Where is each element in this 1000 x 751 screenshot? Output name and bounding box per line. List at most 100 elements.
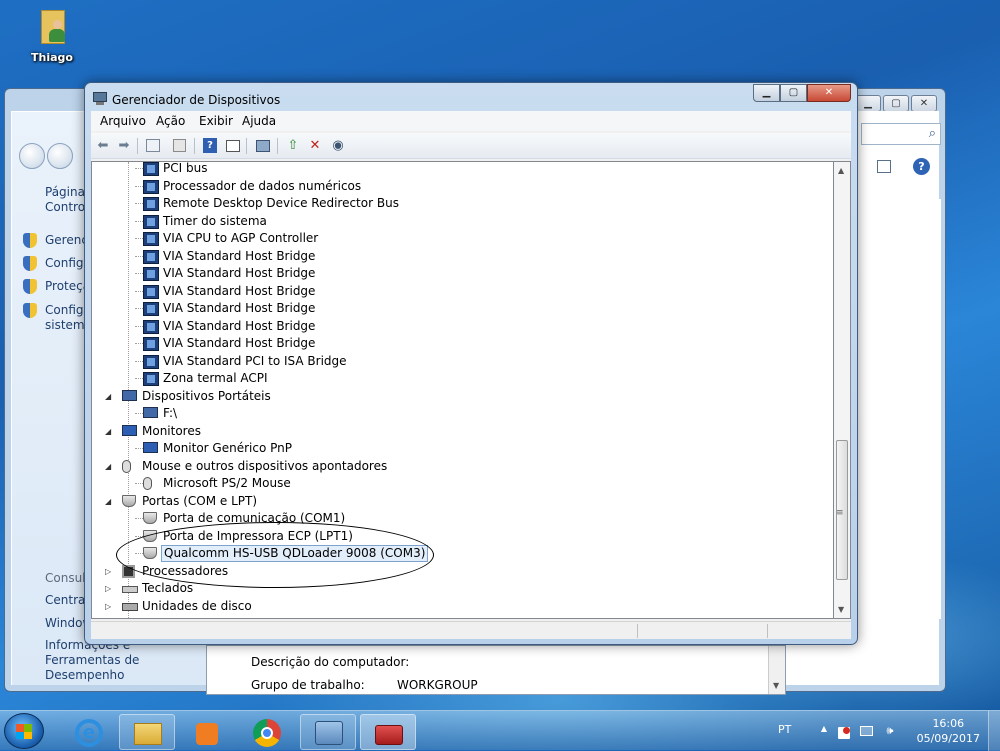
collapse-arrow-icon[interactable]: ◢ xyxy=(105,493,111,510)
close-button[interactable]: ✕ xyxy=(807,84,851,102)
scan-hardware-icon[interactable] xyxy=(254,137,272,155)
toolbox-icon xyxy=(375,725,403,745)
tree-device[interactable]: VIA Standard Host Bridge xyxy=(135,248,317,265)
maximize-button[interactable]: ▢ xyxy=(780,84,807,102)
language-indicator[interactable]: PT xyxy=(778,723,791,736)
expand-arrow-icon[interactable]: ▷ xyxy=(105,563,111,580)
menu-ajuda[interactable]: Ajuda xyxy=(242,114,276,128)
minimize-button[interactable]: ▁ xyxy=(753,84,780,102)
taskbar-media-player[interactable] xyxy=(178,714,234,750)
chip-icon xyxy=(143,337,159,351)
network-icon[interactable] xyxy=(860,724,876,738)
show-desktop-button[interactable] xyxy=(988,711,1000,751)
help-icon[interactable]: ? xyxy=(913,158,930,175)
uninstall-icon[interactable]: ✕ xyxy=(306,137,324,155)
action-center-flag-icon[interactable] xyxy=(838,724,854,739)
tree-item-label: Monitores xyxy=(142,423,201,438)
bg-forward-button[interactable] xyxy=(47,143,73,169)
collapse-arrow-icon[interactable]: ◢ xyxy=(105,388,111,405)
title-bar[interactable]: Gerenciador de Dispositivos ▁ ▢ ✕ xyxy=(85,83,857,113)
enable-device-icon[interactable]: ◉ xyxy=(329,137,347,155)
properties-icon[interactable] xyxy=(144,137,162,155)
show-hidden-icons-arrow-icon[interactable]: ▲ xyxy=(816,724,832,738)
menu-bar: Arquivo Ação Exibir Ajuda xyxy=(91,111,851,131)
tree-category[interactable]: ◢ Dispositivos Portáteis xyxy=(105,388,273,405)
notification-area: PT ▲ 🕪 16:06 05/09/2017 xyxy=(770,711,1000,751)
tree-item-label: Monitor Genérico PnP xyxy=(163,441,292,455)
menu-arquivo[interactable]: Arquivo xyxy=(100,114,146,128)
tree-device[interactable]: VIA Standard PCI to ISA Bridge xyxy=(135,353,349,370)
scroll-down-arrow-icon[interactable]: ▼ xyxy=(838,605,844,614)
tree-device[interactable]: Timer do sistema xyxy=(135,213,269,230)
tree-item-label: VIA Standard Host Bridge xyxy=(163,318,316,333)
internet-explorer-icon: e xyxy=(75,719,103,747)
bg-search-box[interactable]: ⌕ xyxy=(861,123,941,145)
tree-category[interactable]: ◢ Mouse e outros dispositivos apontadores xyxy=(105,458,389,475)
expand-arrow-icon[interactable]: ▷ xyxy=(105,598,111,615)
view-pane-icon[interactable] xyxy=(224,137,242,155)
tree-device[interactable]: VIA Standard Host Bridge xyxy=(135,318,317,335)
update-driver-icon[interactable]: ⇧ xyxy=(284,137,302,155)
taskbar-chrome[interactable] xyxy=(238,714,294,750)
menu-exibir[interactable]: Exibir xyxy=(199,114,233,128)
see-also-action-center[interactable]: Central xyxy=(45,593,89,608)
tree-device[interactable]: VIA Standard Host Bridge xyxy=(135,265,317,282)
bg-right-pane xyxy=(853,199,941,619)
tree-item-label: VIA Standard Host Bridge xyxy=(163,283,316,298)
tree-device[interactable]: VIA Standard Host Bridge xyxy=(135,283,317,300)
tree-device[interactable]: PCI bus xyxy=(135,162,209,177)
control-panel-icon xyxy=(315,721,343,745)
scroll-down-arrow-icon[interactable]: ▼ xyxy=(773,681,779,690)
desktop-icon-user-folder[interactable]: Thiago xyxy=(22,6,82,64)
desktop-icon-label: Thiago xyxy=(31,51,73,64)
bg-minimize-button[interactable]: ▁ xyxy=(855,95,881,112)
tree-device[interactable]: Monitor Genérico PnP xyxy=(135,440,294,457)
scroll-up-arrow-icon[interactable]: ▲ xyxy=(838,166,844,175)
tree-item-label: VIA Standard PCI to ISA Bridge xyxy=(163,353,347,368)
start-button[interactable] xyxy=(4,713,44,749)
taskbar-device-manager[interactable] xyxy=(360,714,416,750)
bg-close-button[interactable]: ✕ xyxy=(911,95,937,112)
tree-device[interactable]: Remote Desktop Device Redirector Bus xyxy=(135,195,401,212)
help-book-icon[interactable]: ? xyxy=(201,137,219,155)
taskbar-internet-explorer[interactable]: e xyxy=(60,714,116,750)
bg-back-button[interactable] xyxy=(19,143,45,169)
tree-item-label: Microsoft PS/2 Mouse xyxy=(163,476,291,490)
tree-category[interactable]: ◢ Monitores xyxy=(105,423,203,440)
taskbar-control-panel[interactable] xyxy=(300,714,356,750)
tree-item-label: VIA Standard Host Bridge xyxy=(163,301,316,315)
monitor-icon xyxy=(143,442,158,453)
search-icon: ⌕ xyxy=(928,126,936,141)
tree-device[interactable]: Processador de dados numéricos xyxy=(135,178,363,195)
clock[interactable]: 16:06 05/09/2017 xyxy=(917,716,980,746)
tree-device[interactable]: F:\ xyxy=(135,405,179,422)
tree-category[interactable]: ▷ Teclados xyxy=(105,580,195,597)
chip-icon xyxy=(143,214,159,229)
tree-device[interactable]: VIA CPU to AGP Controller xyxy=(135,230,320,247)
tree-device[interactable]: Microsoft PS/2 Mouse xyxy=(135,475,293,492)
back-arrow-icon[interactable]: ⬅ xyxy=(94,137,112,155)
details-scrollbar[interactable]: ▼ xyxy=(768,646,785,694)
collapse-arrow-icon[interactable]: ◢ xyxy=(105,423,111,440)
expand-arrow-icon[interactable]: ▷ xyxy=(105,580,111,597)
tree-scrollbar[interactable]: ▲ ≡ ▼ xyxy=(834,161,851,619)
taskbar-file-explorer[interactable] xyxy=(119,714,175,750)
mouse-icon xyxy=(143,477,152,490)
forward-arrow-icon[interactable]: ➡ xyxy=(115,137,133,155)
show-hidden-icon[interactable] xyxy=(171,137,189,155)
monitor-icon xyxy=(122,424,137,436)
status-bar xyxy=(91,621,851,639)
menu-acao[interactable]: Ação xyxy=(156,114,185,128)
collapse-arrow-icon[interactable]: ◢ xyxy=(105,458,111,475)
chip-icon xyxy=(143,267,159,281)
portable-device-icon xyxy=(143,407,158,418)
tree-category[interactable]: ◢ Portas (COM e LPT) xyxy=(105,493,259,510)
pane-icon[interactable] xyxy=(877,160,891,173)
tree-device[interactable]: VIA Standard Host Bridge xyxy=(135,335,317,352)
bg-maximize-button[interactable]: ▢ xyxy=(883,95,909,112)
windows-logo-icon xyxy=(16,724,32,739)
tree-category[interactable]: ▷ Unidades de disco xyxy=(105,598,254,615)
tree-device[interactable]: Zona termal ACPI xyxy=(135,370,270,387)
volume-icon[interactable]: 🕪 xyxy=(882,724,898,738)
tree-device[interactable]: VIA Standard Host Bridge xyxy=(135,300,317,317)
